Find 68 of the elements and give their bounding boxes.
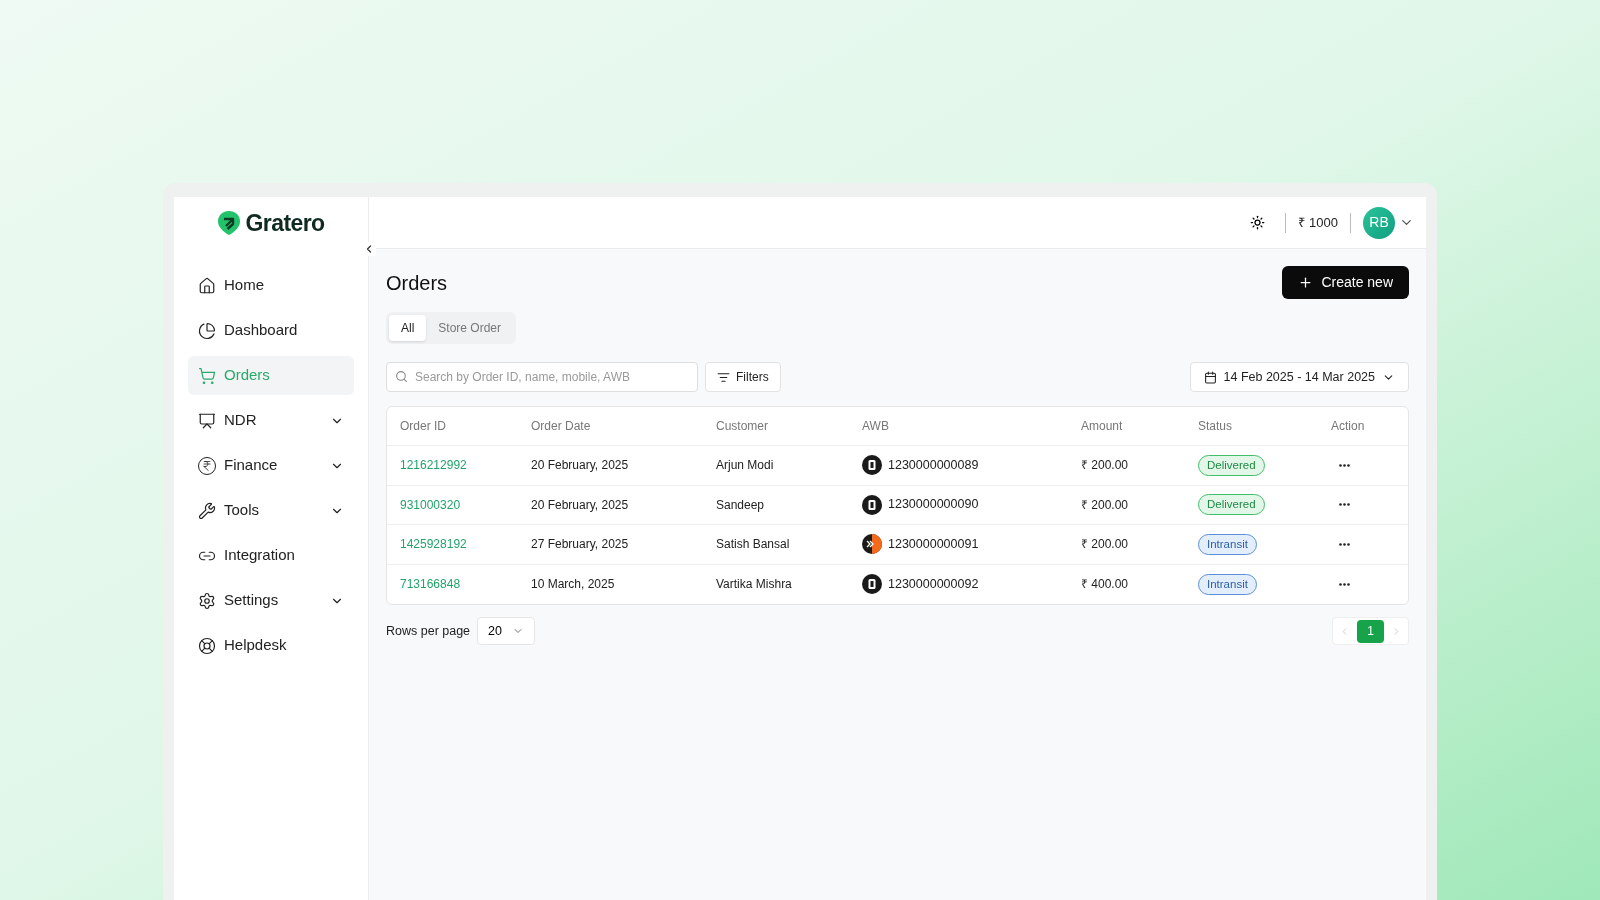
search-icon bbox=[395, 370, 408, 383]
filters-button[interactable]: Filters bbox=[705, 362, 781, 392]
table-cell-text: 10 March, 2025 bbox=[531, 576, 616, 594]
sidebar-item[interactable]: NDR bbox=[188, 401, 354, 440]
create-new-button[interactable]: Create new bbox=[1282, 266, 1409, 299]
more-icon bbox=[1338, 582, 1350, 586]
user-avatar: RB bbox=[1363, 206, 1395, 239]
table-cell-text: 1230000000090 bbox=[888, 496, 979, 514]
table-cell-text: ₹ 200.00 bbox=[1081, 536, 1130, 554]
sun-icon bbox=[1250, 215, 1266, 230]
courier-logo-icon bbox=[862, 574, 882, 595]
sidebar-item[interactable]: Integration bbox=[188, 536, 354, 575]
column-header: Action bbox=[1331, 418, 1366, 435]
table-cell-text: ₹ 200.00 bbox=[1081, 496, 1130, 514]
status-badge: Delivered bbox=[1198, 454, 1265, 476]
wrench-icon bbox=[198, 501, 216, 520]
pie-chart-icon bbox=[198, 321, 216, 340]
filter-icon bbox=[717, 370, 730, 384]
plus-icon bbox=[1298, 275, 1314, 290]
tab[interactable]: Store Order bbox=[426, 315, 514, 341]
column-header: Customer bbox=[716, 418, 769, 435]
home-icon bbox=[198, 276, 216, 295]
wallet-balance: ₹ 1000 bbox=[1298, 213, 1338, 232]
table-cell-text: ₹ 400.00 bbox=[1081, 576, 1130, 594]
table-cell-text: Arjun Modi bbox=[716, 457, 775, 475]
table-cell-text: 27 February, 2025 bbox=[531, 536, 630, 554]
rows-per-page-label: Rows per page bbox=[386, 622, 471, 640]
chart-board-icon bbox=[198, 411, 216, 430]
table-cell-text: 1230000000089 bbox=[888, 456, 979, 474]
column-header: Order Date bbox=[531, 418, 592, 435]
rows-per-page-select[interactable]: 20 bbox=[477, 617, 535, 645]
page-title: Orders bbox=[386, 270, 448, 296]
status-badge: Delivered bbox=[1198, 494, 1265, 516]
table-cell-text: Vartika Mishra bbox=[716, 576, 793, 594]
sidebar-item[interactable]: Finance bbox=[188, 446, 354, 485]
table-cell-text: ₹ 200.00 bbox=[1081, 457, 1130, 475]
courier-logo-icon bbox=[862, 455, 882, 476]
cart-icon bbox=[198, 366, 216, 385]
sidebar-item[interactable]: Home bbox=[188, 266, 354, 305]
logo-icon bbox=[217, 210, 242, 236]
more-icon bbox=[1338, 503, 1350, 507]
brand-name: Gratero bbox=[245, 208, 325, 238]
status-badge: Intransit bbox=[1198, 573, 1257, 595]
more-icon bbox=[1338, 463, 1350, 467]
table-cell-text: Satish Bansal bbox=[716, 536, 791, 554]
sidebar-item[interactable]: Dashboard bbox=[188, 311, 354, 350]
column-header: Amount bbox=[1081, 418, 1124, 435]
tab[interactable]: All bbox=[389, 315, 427, 341]
sidebar-item[interactable]: Settings bbox=[188, 581, 354, 620]
column-header: AWB bbox=[862, 418, 890, 435]
courier-logo-icon bbox=[862, 494, 882, 515]
courier-logo-icon bbox=[862, 534, 882, 555]
column-header: Order ID bbox=[400, 418, 447, 435]
sidebar-item[interactable]: Tools bbox=[188, 491, 354, 530]
column-header: Status bbox=[1198, 418, 1234, 435]
sidebar-item[interactable]: Helpdesk bbox=[188, 626, 354, 665]
table-cell-text: 1230000000092 bbox=[888, 575, 979, 593]
table-cell-text: 20 February, 2025 bbox=[531, 496, 630, 514]
settings-icon bbox=[198, 591, 216, 610]
calendar-icon bbox=[1203, 370, 1217, 384]
table-cell-text: 1230000000091 bbox=[888, 535, 979, 553]
date-range-picker[interactable]: 14 Feb 2025 - 14 Mar 2025 bbox=[1189, 362, 1409, 392]
more-icon bbox=[1338, 542, 1350, 546]
status-badge: Intransit bbox=[1198, 533, 1257, 555]
search-field[interactable]: Search by Order ID, name, mobile, AWB bbox=[386, 362, 698, 392]
lifebuoy-icon bbox=[198, 636, 216, 655]
table-cell-text: Sandeep bbox=[716, 496, 766, 514]
table-cell-text: 20 February, 2025 bbox=[531, 457, 630, 475]
